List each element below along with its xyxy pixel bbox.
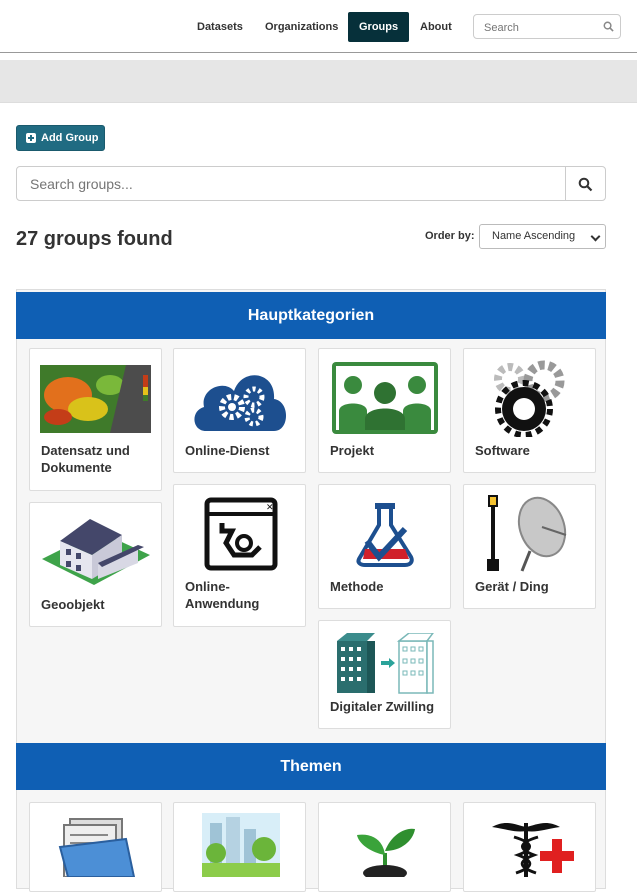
house-icon — [42, 519, 150, 585]
nav-organizations[interactable]: Organizations — [254, 12, 349, 42]
group-search-button[interactable] — [565, 166, 606, 201]
group-card-label: Gerät / Ding — [475, 579, 549, 594]
thermal-map-icon — [40, 365, 151, 433]
group-card-label: Projekt — [330, 443, 375, 458]
section-header: Hauptkategorien — [16, 292, 606, 339]
city-park-icon — [202, 813, 280, 877]
people-group-icon — [332, 362, 438, 434]
group-card[interactable]: Online-Dienst — [173, 348, 306, 473]
group-search-input[interactable] — [16, 166, 566, 201]
order-by-select[interactable]: Name Ascending — [479, 224, 606, 249]
group-card[interactable]: ✕ Online-Anwendung — [173, 484, 306, 627]
group-card[interactable]: Projekt — [318, 348, 451, 473]
group-card-label: Online-Anwendung — [185, 579, 260, 611]
nav-datasets[interactable]: Datasets — [186, 12, 254, 42]
add-group-button[interactable]: Add Group — [16, 125, 105, 151]
group-card-label: Digitaler Zwilling — [330, 699, 435, 714]
group-card[interactable]: Datensatz und Dokumente — [29, 348, 162, 491]
group-card-label: Online-Dienst — [185, 443, 270, 458]
group-card[interactable] — [463, 802, 596, 892]
group-card-label: Software — [475, 443, 530, 458]
section-header: Themen — [16, 743, 606, 790]
results-count: 27 groups found — [16, 228, 173, 250]
nav-about[interactable]: About — [409, 12, 463, 42]
group-card-label: Geoobjekt — [41, 597, 105, 612]
lamp-dish-icon — [487, 495, 567, 572]
caduceus-cross-icon — [492, 822, 574, 877]
search-icon[interactable] — [603, 21, 614, 32]
order-by-label: Order by: — [425, 230, 475, 242]
app-window-gear-icon: ✕ — [204, 497, 278, 571]
add-group-label: Add Group — [41, 132, 99, 144]
gears-icon — [494, 360, 565, 437]
group-card[interactable]: Digitaler Zwilling — [318, 620, 451, 729]
group-search — [16, 166, 606, 201]
chevron-down-icon — [590, 231, 601, 242]
group-card[interactable]: Gerät / Ding — [463, 484, 596, 609]
group-card-label: Datensatz und Dokumente — [41, 443, 130, 475]
group-card[interactable] — [318, 802, 451, 892]
search-icon — [578, 177, 593, 192]
nav-search-box — [473, 14, 621, 39]
plus-icon — [26, 133, 36, 143]
flask-check-icon — [356, 503, 414, 567]
nav-search-input[interactable] — [482, 16, 601, 39]
group-card[interactable]: Methode — [318, 484, 451, 609]
group-card[interactable] — [173, 802, 306, 892]
group-card[interactable]: Geoobjekt — [29, 502, 162, 627]
order-by-value: Name Ascending — [492, 230, 576, 242]
building-twin-icon — [337, 633, 434, 694]
sprout-icon — [357, 828, 415, 877]
cloud-gears-icon — [194, 375, 286, 431]
group-card[interactable] — [29, 802, 162, 892]
group-card[interactable]: Software — [463, 348, 596, 473]
svg-text:✕: ✕ — [266, 502, 274, 512]
header-band — [0, 60, 637, 103]
top-navbar: Datasets Organizations Groups About — [0, 0, 637, 53]
nav-groups[interactable]: Groups — [348, 12, 410, 42]
group-card-label: Methode — [330, 579, 384, 594]
folder-documents-icon — [58, 818, 136, 877]
